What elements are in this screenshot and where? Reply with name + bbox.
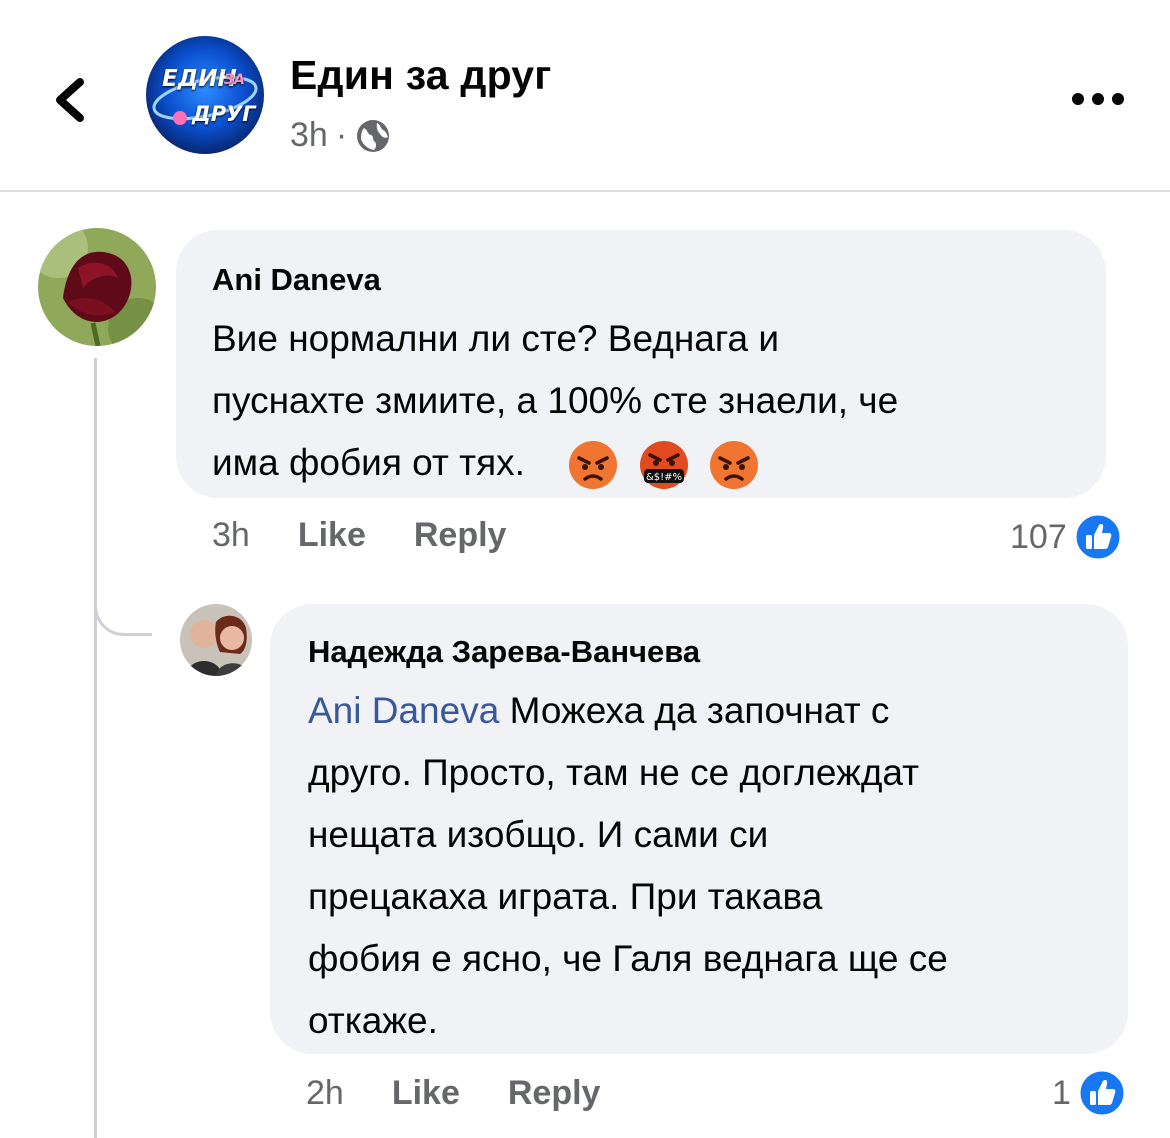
comment-actions: 3h Like Reply (212, 516, 506, 555)
post-time[interactable]: 3h (290, 116, 328, 155)
angry-face-emoji-icon (710, 441, 759, 490)
comment-text: Вие нормални ли сте? Веднага и пуснахте … (212, 308, 1106, 494)
page-title[interactable]: Един за друг (290, 52, 552, 99)
thread-line (94, 358, 97, 1138)
angry-face-emoji-icon (569, 441, 618, 490)
more-dots-icon (1072, 93, 1124, 105)
like-button[interactable]: Like (392, 1074, 460, 1113)
comment-time[interactable]: 3h (212, 516, 250, 555)
comment-line: прецакаха играта. При такава (308, 876, 823, 917)
post-header: ЕДИН ЗА ДРУГ Един за друг 3h · (0, 0, 1170, 192)
like-button[interactable]: Like (298, 516, 366, 555)
page-avatar[interactable]: ЕДИН ЗА ДРУГ (146, 36, 264, 154)
reply-bubble: Надежда Зарева-Ванчева Ani Daneva Можеха… (270, 604, 1128, 1054)
like-reaction-icon (1073, 512, 1123, 562)
comment-bubble: Ani Daneva Вие нормални ли сте? Веднага … (176, 230, 1106, 498)
more-options-button[interactable] (1068, 84, 1128, 114)
comment-line: има фобия от тях. (212, 442, 525, 483)
like-count: 1 (1052, 1073, 1071, 1112)
reply-connector-line (94, 560, 152, 636)
comment-author[interactable]: Надежда Зарева-Ванчева (308, 632, 1128, 672)
logo-text-line2: ДРУГ (192, 102, 256, 126)
face-with-symbols-emoji-icon: &$!#% (639, 441, 688, 490)
profile-photo (180, 604, 252, 676)
emoji-symbols-text: &$!#% (646, 472, 682, 483)
back-button[interactable] (40, 62, 100, 132)
mention-link[interactable]: Ani Daneva (308, 690, 499, 731)
comment-line: Вие нормални ли сте? Веднага и (212, 318, 780, 359)
meta-separator: · (335, 116, 348, 154)
logo-text-line1b: ЗА (224, 72, 245, 88)
tulip-photo (38, 228, 156, 346)
logo-swirl-graphic (152, 75, 258, 125)
comment-line: Ani Daneva Можеха да започнат с (308, 680, 1128, 742)
comment-line: пуснахте змиите, а 100% сте знаели, че (212, 380, 899, 421)
comment-line: откаже. (308, 1000, 438, 1041)
comment-author[interactable]: Ani Daneva (212, 260, 1106, 300)
comment-actions: 2h Like Reply (306, 1074, 600, 1113)
comment-line: фобия е ясно, че Галя веднага ще се (308, 938, 948, 979)
commenter-avatar[interactable] (180, 604, 252, 676)
reply-button[interactable]: Reply (414, 516, 507, 555)
post-meta: 3h · (290, 116, 391, 155)
reaction-count[interactable]: 1 (1052, 1068, 1127, 1118)
globe-icon (357, 119, 390, 152)
comment-time[interactable]: 2h (306, 1074, 344, 1113)
commenter-avatar[interactable] (38, 228, 156, 346)
chevron-left-icon (56, 78, 84, 122)
comment-line: нещата изобщо. И сами си (308, 814, 769, 855)
reply-button[interactable]: Reply (508, 1074, 601, 1113)
comment-line-rest: Можеха да започнат с (499, 690, 890, 731)
comment-line: друго. Просто, там не се доглеждат (308, 752, 920, 793)
comment-line-last: има фобия от тях. &$!#% (212, 432, 1106, 494)
comment-text: Ani Daneva Можеха да започнат с друго. П… (308, 680, 1128, 1052)
like-count: 107 (1010, 517, 1067, 556)
reaction-count[interactable]: 107 (1010, 512, 1123, 562)
like-reaction-icon (1077, 1068, 1127, 1118)
